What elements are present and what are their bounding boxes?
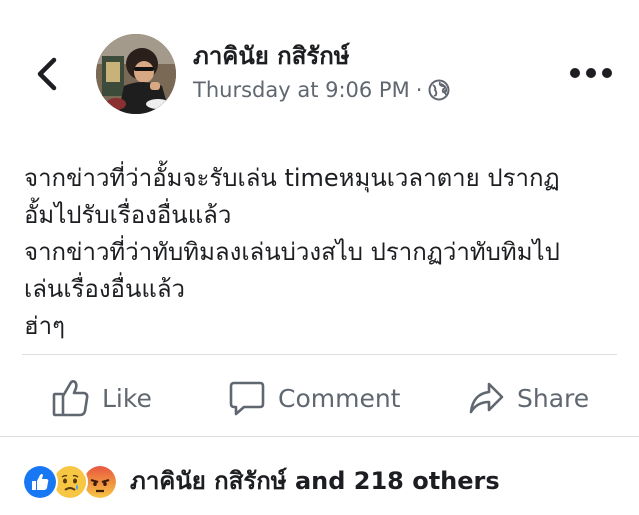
post-line: ฮ่าๆ [24, 312, 66, 340]
post-line: จากข่าวที่ว่าอั้มจะรับเล่น timeหมุนเวลาต… [24, 164, 560, 192]
comment-button[interactable]: Comment [228, 376, 401, 420]
post-line: จากข่าวที่ว่าทับทิมลงเล่นบ่วงสไบ ปรากฏว่… [24, 238, 560, 266]
like-reaction-icon [22, 464, 58, 500]
post-actions-bar: Like Comment Share [0, 356, 639, 436]
share-icon [469, 382, 504, 414]
divider [22, 354, 617, 355]
back-arrow-icon[interactable] [32, 54, 62, 94]
thumbs-up-icon [52, 380, 89, 417]
share-label: Share [517, 383, 590, 413]
post-meta: Thursday at 9:06 PM · [193, 78, 450, 102]
avatar-photo [96, 34, 176, 114]
like-label: Like [102, 383, 152, 413]
reaction-icons [22, 462, 124, 500]
globe-icon[interactable] [428, 79, 450, 101]
post-line: เล่นเรื่องอื่นแล้ว [24, 275, 186, 303]
divider [0, 436, 639, 437]
comment-icon [229, 381, 265, 416]
comment-label: Comment [278, 383, 401, 413]
meta-separator: · [415, 78, 423, 102]
avatar[interactable] [96, 34, 176, 114]
like-button[interactable]: Like [52, 376, 152, 420]
reactions-text[interactable]: ภาคินัย กสิรักษ์ and 218 others [130, 461, 500, 500]
post-content: จากข่าวที่ว่าอั้มจะรับเล่น timeหมุนเวลาต… [24, 160, 624, 345]
more-options-icon[interactable] [568, 64, 614, 82]
post-header: ภาคินัย กสิรักษ์ Thursday at 9:06 PM · [0, 0, 639, 140]
author-name[interactable]: ภาคินัย กสิรักษ์ [193, 36, 350, 75]
post-timestamp[interactable]: Thursday at 9:06 PM [193, 78, 410, 102]
reactions-summary[interactable]: ภาคินัย กสิรักษ์ and 218 others [22, 460, 500, 500]
share-button[interactable]: Share [467, 376, 589, 420]
post-line: อั้มไปรับเรื่องอื่นแล้ว [24, 201, 232, 229]
